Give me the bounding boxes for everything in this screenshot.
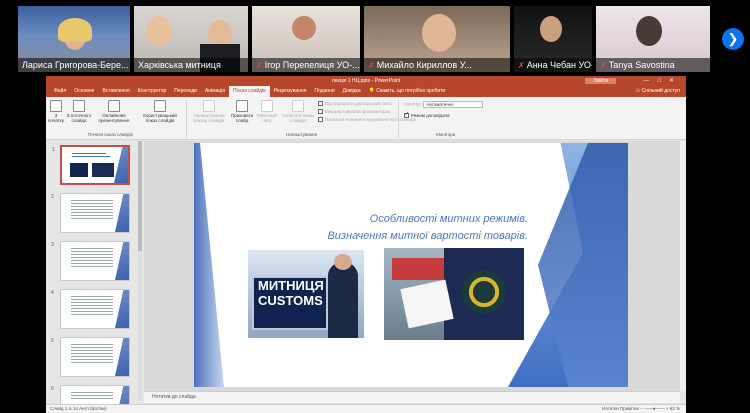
monitor-select[interactable]: Монітор: Автоматично: [404, 101, 484, 108]
ribbon-tabs: Файл Основне Вставлення Конструктор Пере…: [46, 86, 686, 97]
tab-file[interactable]: Файл: [50, 86, 70, 97]
mic-muted-icon: ✗: [256, 61, 263, 70]
tab-transitions[interactable]: Переходи: [170, 86, 201, 97]
participant-name: ✗ Tanya Savostina: [596, 58, 710, 72]
slideshow-current-icon: [73, 100, 85, 112]
slide-thumbnail-5[interactable]: 5: [51, 337, 130, 377]
slide-counter: Слайд 1 із 14 Англ (Шотан): [50, 406, 107, 411]
slide-title-line-2[interactable]: Визначення митної вартості товарів.: [327, 230, 528, 242]
mic-muted-icon: ✗: [518, 61, 525, 70]
show-media-checkbox[interactable]: Показати елементи керування мультимедіа: [318, 117, 416, 123]
customs-officer-photo[interactable]: [384, 248, 524, 340]
rehearse-timings-button[interactable]: Репетиція часу: [256, 100, 278, 123]
tell-me-search[interactable]: 💡 Скажіть, що потрібно зробити: [365, 86, 450, 97]
custom-show-icon: [154, 100, 166, 112]
custom-show-button[interactable]: Користувацький показ слайдів: [138, 100, 182, 123]
participant-tile[interactable]: ✗ Михайло Кириллов У...: [364, 6, 510, 72]
share-button[interactable]: ⚇ Спільний доступ: [636, 86, 680, 97]
participant-name: Лариса Григорова-Бере...: [18, 58, 130, 72]
participant-name: Харківська митниця: [134, 58, 248, 72]
participant-tile[interactable]: Лариса Григорова-Бере...: [18, 6, 130, 72]
slide-title-line-1[interactable]: Особливості митних режимів.: [370, 213, 528, 225]
setup-icon: [203, 100, 215, 112]
present-online-button[interactable]: Онлайнове презентування: [92, 100, 136, 123]
use-timings-checkbox[interactable]: Використовувати хронометраж: [318, 109, 390, 115]
ribbon: З початку З поточного слайда Онлайнове п…: [46, 97, 686, 140]
hide-slide-button[interactable]: Приховати слайд: [230, 100, 254, 123]
slide-thumbnails-pane: 1 2 3 4 5 6: [46, 141, 141, 404]
group-label: Почати показ слайдів: [88, 132, 133, 137]
group-label: Монітори: [436, 132, 456, 137]
tab-view[interactable]: Подання: [310, 86, 338, 97]
hide-slide-icon: [236, 100, 248, 112]
from-current-button[interactable]: З поточного слайда: [66, 100, 92, 123]
next-page-arrow-icon[interactable]: ❯: [722, 28, 744, 50]
tab-insert[interactable]: Вставлення: [98, 86, 133, 97]
person-icon: ⚇: [635, 88, 641, 94]
mic-muted-icon: ✗: [600, 61, 607, 70]
record-icon: [292, 100, 304, 112]
slide-thumbnail-3[interactable]: 3: [51, 241, 130, 281]
tab-review[interactable]: Рецензування: [270, 86, 311, 97]
participant-name: ✗Анна Чебан УО-21: [514, 58, 592, 72]
participant-strip: Лариса Григорова-Бере... Харківська митн…: [0, 0, 750, 76]
zoom-controls[interactable]: Нотатки Примітки − ——●—— + 62 %: [602, 405, 680, 413]
participant-tile[interactable]: ✗Анна Чебан УО-21: [514, 6, 592, 72]
participant-name: ✗ Ігор Перепелиця УО-...: [252, 58, 360, 72]
current-slide[interactable]: Особливості митних режимів. Визначення м…: [194, 143, 628, 387]
tab-slideshow[interactable]: Показ слайдів: [229, 86, 270, 97]
status-bar: Слайд 1 із 14 Англ (Шотан) Нотатки Примі…: [46, 404, 686, 413]
slide-thumbnail-6[interactable]: 6: [51, 385, 130, 404]
setup-slideshow-button[interactable]: Налаштування показу слайдів: [190, 100, 228, 123]
participant-tile[interactable]: ✗ Ігор Перепелиця УО-...: [252, 6, 360, 72]
tab-design[interactable]: Конструктор: [134, 86, 171, 97]
lightbulb-icon: 💡: [368, 88, 375, 94]
customs-emblem-icon: [462, 270, 506, 314]
decor-shape: [194, 143, 224, 387]
divider: [398, 100, 399, 138]
participant-tile[interactable]: ✗ Tanya Savostina: [596, 6, 710, 72]
participant-name: ✗ Михайло Кириллов У...: [364, 58, 510, 72]
presenter-view-checkbox[interactable]: Режим доповідача: [404, 111, 449, 119]
slideshow-icon: [50, 100, 62, 112]
tab-help[interactable]: Довідка: [339, 86, 365, 97]
present-online-icon: [108, 100, 120, 112]
slide-thumbnail-2[interactable]: 2: [51, 193, 130, 233]
title-bar: лекція 1 НЦ.pptx - PowerPoint Увійти —□✕: [46, 76, 686, 86]
sign-in-button[interactable]: Увійти: [585, 78, 616, 84]
timer-icon: [261, 100, 273, 112]
divider: [186, 100, 187, 138]
slide-thumbnail-4[interactable]: 4: [51, 289, 130, 329]
slide-thumbnail-1[interactable]: 1: [52, 145, 130, 185]
customs-sign-photo[interactable]: МИТНИЦЯ CUSTOMS: [248, 250, 364, 338]
participant-tile-active[interactable]: Харківська митниця: [134, 6, 248, 72]
tab-animations[interactable]: Анімація: [201, 86, 229, 97]
slide-scrollbar[interactable]: [680, 141, 686, 391]
notes-pane[interactable]: Нотатки до слайда: [144, 391, 680, 403]
group-label: Налаштування: [286, 132, 318, 137]
tab-home[interactable]: Основне: [70, 86, 98, 97]
record-slideshow-button[interactable]: Записати показ слайдів: [280, 100, 316, 123]
from-start-button[interactable]: З початку: [48, 100, 64, 123]
slide-editor: Особливості митних режимів. Визначення м…: [144, 141, 680, 391]
play-narrations-checkbox[interactable]: Відтворювати дикторський текст: [318, 101, 393, 107]
powerpoint-window: лекція 1 НЦ.pptx - PowerPoint Увійти —□✕…: [46, 76, 686, 413]
thumbnails-scrollbar[interactable]: [138, 141, 142, 401]
window-controls[interactable]: —□✕: [643, 76, 682, 86]
mic-muted-icon: ✗: [368, 61, 375, 70]
